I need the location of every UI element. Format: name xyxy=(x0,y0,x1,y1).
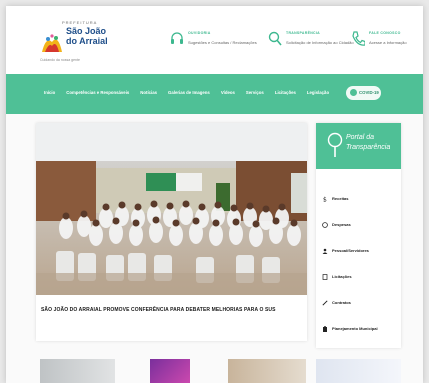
header-ouvidoria-subtitle: Sugestões e Consultas / Reclamações xyxy=(188,40,257,45)
search-icon xyxy=(268,31,282,46)
transparency-sidebar: Portal da Transparência $ Receitas Despe… xyxy=(316,123,401,348)
page-frame: PREFEITURA São João do Arraial Cuidando … xyxy=(6,6,423,383)
nav-item-inicio[interactable]: Início xyxy=(44,90,55,95)
nav-item-legislacao[interactable]: Legislação xyxy=(307,90,329,95)
news-thumbnail[interactable] xyxy=(228,359,306,383)
logo-mark-icon xyxy=(42,34,62,52)
nav-item-competencias[interactable]: Competências e Responsáveis xyxy=(66,90,129,95)
logo-prefix: PREFEITURA xyxy=(62,20,98,25)
nav-item-galerias[interactable]: Galerias de Imagens xyxy=(168,90,210,95)
sidebar-item-label: Receitas xyxy=(332,196,349,201)
sidebar-item-label: Pessoal/Servidores xyxy=(332,248,369,253)
phone-icon xyxy=(352,31,365,46)
logo-slogan: Cuidando da nossa gente xyxy=(40,58,80,62)
transparency-portal-banner[interactable]: Portal da Transparência xyxy=(316,123,401,169)
main-nav: Início Competências e Responsáveis Notíc… xyxy=(6,74,423,114)
sidebar-item-label: Planejamento Municipal xyxy=(332,326,378,331)
svg-text:$: $ xyxy=(323,197,327,203)
nav-item-videos[interactable]: Vídeos xyxy=(221,90,235,95)
header-ouvidoria-title: OUVIDORIA xyxy=(188,31,211,35)
money-icon xyxy=(322,222,328,228)
covid-icon xyxy=(350,89,357,96)
header-transparencia-title: TRANSPARÊNCIA xyxy=(286,31,320,35)
magnifier-icon xyxy=(327,132,343,157)
news-thumbnail[interactable] xyxy=(40,359,115,383)
logo-name-line2: do Arraial xyxy=(66,36,108,46)
user-icon xyxy=(322,248,328,254)
sidebar-item-label: Despesas xyxy=(332,222,351,227)
sidebar-item-label: Licitações xyxy=(332,274,352,279)
site-header: PREFEITURA São João do Arraial Cuidando … xyxy=(6,6,423,74)
featured-photo-image xyxy=(36,123,307,295)
header-fale-conosco-title: FALE CONOSCO xyxy=(369,31,401,35)
logo-name-line1: São João xyxy=(66,26,107,36)
featured-news-card[interactable]: SÃO JOÃO DO ARRAIAL PROMOVE CONFERÊNCIA … xyxy=(36,123,307,341)
nav-item-servicos[interactable]: Serviços xyxy=(246,90,264,95)
headset-icon xyxy=(171,32,183,44)
site-logo[interactable]: PREFEITURA São João do Arraial Cuidando … xyxy=(36,20,108,66)
nav-list: Início Competências e Responsáveis Notíc… xyxy=(44,90,340,95)
nav-item-licitacoes[interactable]: Licitações xyxy=(275,90,296,95)
covid-button[interactable]: COVID-19 xyxy=(346,86,381,100)
news-thumbnail[interactable] xyxy=(316,359,401,383)
covid-label: COVID-19 xyxy=(359,90,379,95)
featured-news-headline[interactable]: SÃO JOÃO DO ARRAIAL PROMOVE CONFERÊNCIA … xyxy=(41,307,276,313)
header-fale-conosco-subtitle: Acesse a Informação xyxy=(369,40,407,45)
featured-news-photo[interactable] xyxy=(36,123,307,295)
news-thumbnail[interactable] xyxy=(150,359,190,383)
pen-icon xyxy=(322,300,328,306)
header-transparencia-subtitle: Solicitação de Informação ao Cidadão xyxy=(286,40,354,45)
portal-title-line2: Transparência xyxy=(346,144,391,151)
clipboard-icon xyxy=(323,326,327,332)
document-icon xyxy=(322,274,328,280)
dollar-icon: $ xyxy=(323,197,327,203)
sidebar-item-label: Contratos xyxy=(332,300,351,305)
portal-title-line1: Portal da xyxy=(346,134,375,141)
nav-item-noticias[interactable]: Notícias xyxy=(140,90,157,95)
